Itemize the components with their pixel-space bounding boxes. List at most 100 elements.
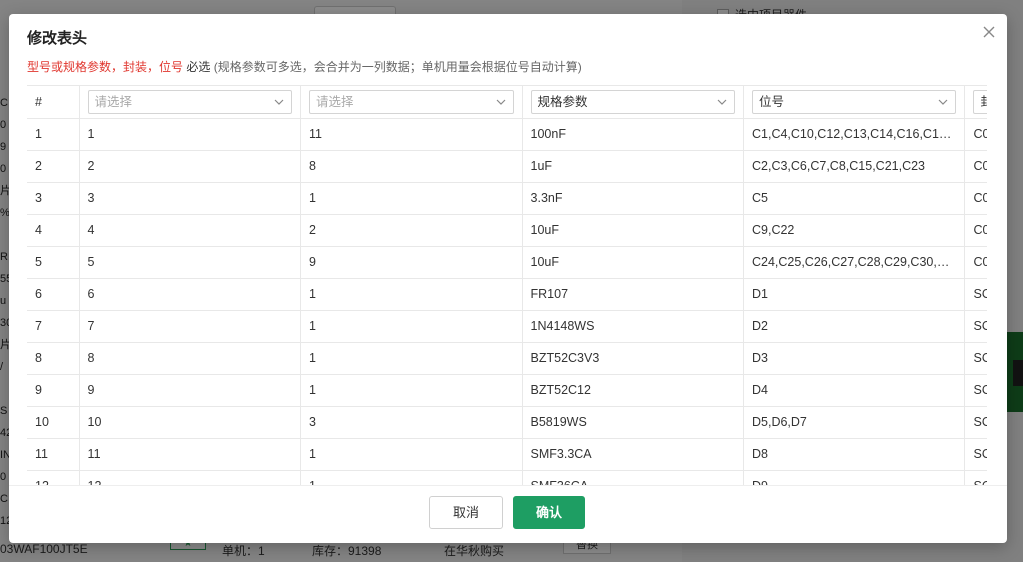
table-row: 3313.3nFC5C0402-S — [27, 182, 987, 215]
table-cell: 1 — [300, 470, 523, 485]
table-cell: B5819WS — [522, 406, 745, 439]
table-cell: D8 — [743, 438, 966, 471]
table-row: 2281uFC2,C3,C6,C7,C8,C15,C21,C23C0402-S — [27, 150, 987, 183]
table-body: 1 1 11 100nF C1,C4,C10,C12,C13,C14,C16,C17,C… — [27, 118, 987, 485]
table-cell: C0402-S — [964, 150, 987, 183]
table-cell: C0603 — [964, 246, 987, 279]
dialog-title: 修改表头 — [27, 30, 88, 47]
close-icon[interactable] — [981, 24, 997, 40]
row-index-cell: 4 — [27, 214, 80, 247]
chevron-down-icon — [274, 99, 284, 105]
table-cell: SOD-123_L2.7-W1.6 — [964, 342, 987, 375]
table-cell: SMF3.3CA — [522, 438, 745, 471]
row-index-cell: 9 — [27, 374, 80, 407]
row-index-cell: 2 — [27, 150, 80, 183]
table-cell: 10 — [79, 406, 302, 439]
table-cell: SOD-123FL_L2.8-W1.8 — [964, 470, 987, 485]
confirm-button[interactable]: 确认 — [513, 496, 585, 529]
table-row: 661FR107D1SOD-123FL_L2.7-W1.8 — [27, 278, 987, 311]
column-field-select[interactable]: 位号 — [752, 89, 957, 114]
table-row: 881BZT52C3V3D3SOD-123_L2.7-W1.6 — [27, 342, 987, 375]
table-cell: 1 — [79, 118, 302, 151]
column-field-select[interactable]: 规格参数 — [530, 89, 735, 114]
cancel-button[interactable]: 取消 — [429, 496, 503, 529]
table-row: 11111SMF3.3CAD8SOD-123FL_L2.8-W1.8 — [27, 438, 987, 471]
table-cell: FR107 — [522, 278, 745, 311]
chevron-down-icon — [717, 99, 727, 105]
select-value: 请选择 — [94, 94, 133, 109]
hint-note: (规格参数可多选，会合并为一列数据；单机用量会根据位号自动计算) — [213, 60, 582, 74]
table-cell: SMF36CA — [522, 470, 745, 485]
select-value: 位号 — [759, 94, 785, 109]
row-index-cell: 8 — [27, 342, 80, 375]
hint-required-label: 必选 — [186, 60, 211, 74]
row-index-cell: 5 — [27, 246, 80, 279]
column-header: 封装 — [964, 86, 987, 119]
table-cell: C9,C22 — [743, 214, 966, 247]
mapping-table-container[interactable]: #请选择请选择规格参数位号封装 1111100nFC1,C4,C10,C12,C… — [27, 85, 987, 485]
table-cell: 9 — [79, 374, 302, 407]
chevron-down-icon — [496, 99, 505, 105]
table-row: 10103B5819WSD5,D6,D7SOD-323_L1.8-W1.3 — [27, 406, 987, 439]
table-row: 1 1 11 100nF C1,C4,C10,C12,C13,C14,C16,C17,C… — [27, 118, 987, 151]
table-cell: SOD-123FL_L2.8-W1.8 — [964, 438, 987, 471]
column-index-header: # — [27, 86, 80, 119]
row-index-cell: 7 — [27, 310, 80, 343]
table-cell: 1 — [300, 278, 523, 311]
table-cell: 12 — [79, 470, 302, 485]
dialog-hint: 型号或规格参数，封装，位号 必选 (规格参数可多选，会合并为一列数据；单机用量会… — [27, 58, 582, 75]
table-cell: 10uF — [522, 214, 745, 247]
row-index-cell: 3 — [27, 182, 80, 215]
column-header: 请选择 — [79, 86, 302, 119]
table-cell: 100nF — [522, 118, 745, 151]
table-cell: 7 — [79, 310, 302, 343]
column-field-select[interactable]: 封装 — [973, 89, 987, 114]
column-field-select[interactable]: 请选择 — [309, 89, 514, 114]
select-value: 规格参数 — [537, 94, 588, 109]
table-cell: C2,C3,C6,C7,C8,C15,C21,C23 — [743, 150, 966, 183]
table-cell: 1 — [300, 182, 523, 215]
table-cell: BZT52C12 — [522, 374, 745, 407]
table-cell: 3.3nF — [522, 182, 745, 215]
table-cell: C0402-S — [964, 214, 987, 247]
select-value: 请选择 — [316, 94, 354, 109]
column-field-select[interactable]: 请选择 — [87, 89, 293, 114]
edit-header-dialog: 修改表头 型号或规格参数，封装，位号 必选 (规格参数可多选，会合并为一列数据；… — [9, 14, 1007, 543]
table-cell: C24,C25,C26,C27,C28,C29,C30,C31,C32 — [743, 246, 966, 279]
table-row: 44210uFC9,C22C0402-S — [27, 214, 987, 247]
table-cell: 4 — [79, 214, 302, 247]
table-cell: 2 — [300, 214, 523, 247]
mapping-table: #请选择请选择规格参数位号封装 1111100nFC1,C4,C10,C12,C… — [27, 86, 987, 485]
table-row: 5 5 9 10uF C24,C25,C26,C27,C28,C29,C30,C31,C… — [27, 246, 987, 279]
row-index-cell: 10 — [27, 406, 80, 439]
table-cell: 5 — [79, 246, 302, 279]
row-index-cell: 12 — [27, 470, 80, 485]
table-row: 991BZT52C12D4SOD-123_L2.7-W1.6 — [27, 374, 987, 407]
table-cell: 3 — [300, 406, 523, 439]
table-cell: 1 — [300, 342, 523, 375]
table-cell: 6 — [79, 278, 302, 311]
table-cell: C0402-S — [964, 182, 987, 215]
table-cell: D2 — [743, 310, 966, 343]
table-cell: D9 — [743, 470, 966, 485]
hint-required-fields: 型号或规格参数，封装，位号 — [27, 60, 184, 74]
table-cell: 9 — [300, 246, 523, 279]
table-cell: C5 — [743, 182, 966, 215]
table-cell: D4 — [743, 374, 966, 407]
table-cell: 2 — [79, 150, 302, 183]
table-row: 7711N4148WSD2SOD-323_L1.8-W1.3 — [27, 310, 987, 343]
table-cell: D5,D6,D7 — [743, 406, 966, 439]
table-cell: 8 — [300, 150, 523, 183]
table-cell: 3 — [79, 182, 302, 215]
row-index-cell: 6 — [27, 278, 80, 311]
column-header: 规格参数 — [522, 86, 745, 119]
table-cell: SOD-123_L2.7-W1.6 — [964, 374, 987, 407]
table-cell: 8 — [79, 342, 302, 375]
select-value: 封装 — [980, 95, 987, 109]
table-cell: D1 — [743, 278, 966, 311]
column-header: 位号 — [743, 86, 966, 119]
row-index-cell: 1 — [27, 118, 80, 151]
table-cell: 1uF — [522, 150, 745, 183]
table-cell: SOD-123FL_L2.7-W1.8 — [964, 278, 987, 311]
table-cell: C1,C4,C10,C12,C13,C14,C16,C17,C18,C19,C2… — [743, 118, 966, 151]
